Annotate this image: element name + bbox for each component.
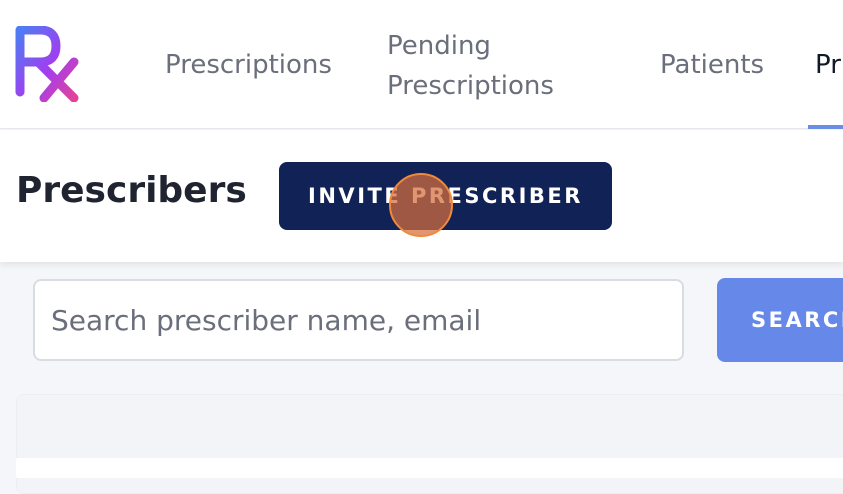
nav-prescriptions[interactable]: Prescriptions (165, 45, 332, 85)
invite-prescriber-button[interactable]: INVITE PRESCRIBER (279, 162, 612, 230)
page-title: Prescribers (16, 170, 247, 211)
nav-pending-line2: Prescriptions (387, 71, 554, 101)
search-input[interactable] (33, 279, 684, 361)
nav-pending-prescriptions[interactable]: Pending Prescriptions (387, 26, 554, 106)
nav-patients[interactable]: Patients (660, 45, 764, 85)
nav-pending-line1: Pending (387, 31, 491, 61)
results-card-body (16, 458, 843, 478)
nav-prescribers[interactable]: Pr (815, 45, 841, 85)
top-navigation: Prescriptions Pending Prescriptions Pati… (0, 0, 843, 129)
results-card (16, 394, 843, 494)
nav-active-indicator (808, 125, 843, 129)
search-button[interactable]: SEARCH (717, 278, 843, 362)
rx-logo-icon[interactable] (14, 26, 80, 102)
